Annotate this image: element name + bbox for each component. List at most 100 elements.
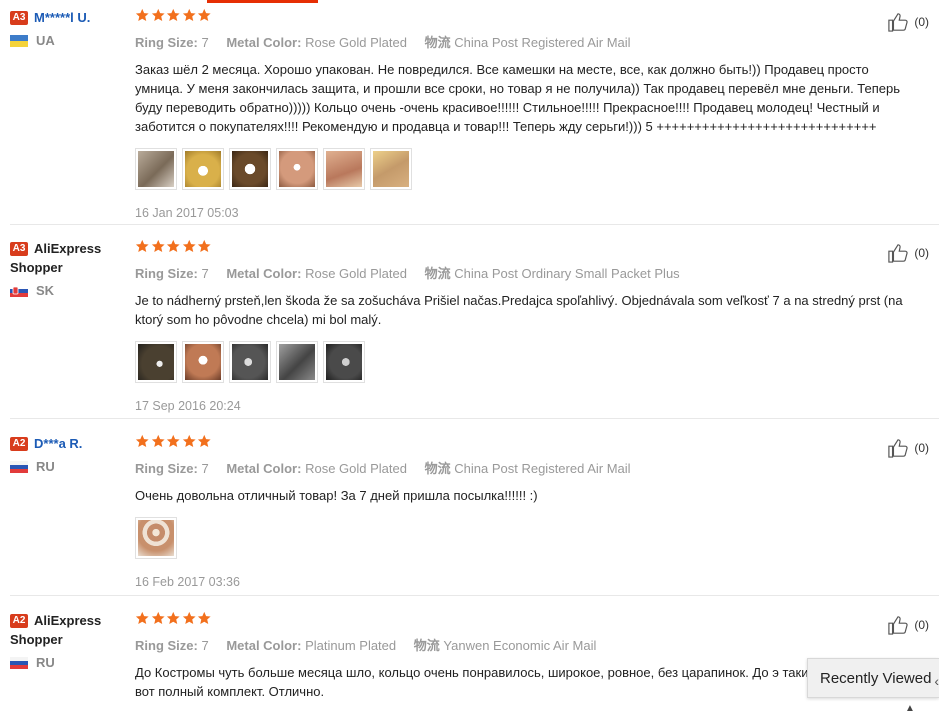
ring-size-value: 7: [201, 638, 209, 653]
review-photo[interactable]: [229, 148, 271, 190]
review-text: Очень довольна отличный товар! За 7 дней…: [135, 488, 538, 503]
thumbs-up-icon[interactable]: [887, 438, 909, 458]
thumbs-up-icon[interactable]: [887, 243, 909, 263]
reviewer-name-suffix: Shopper: [10, 260, 63, 275]
helpful-button[interactable]: (0): [887, 12, 929, 32]
shipping-label: 物流: [413, 638, 440, 653]
reviewer-name: AliExpress: [34, 613, 102, 628]
star-icon: [166, 8, 181, 23]
recently-viewed-tab[interactable]: Recently Viewed ‹: [807, 658, 939, 698]
helpful-count: (0): [914, 618, 929, 632]
review-photo[interactable]: [135, 517, 177, 559]
reviewer-name: AliExpress: [34, 241, 102, 256]
review-item: A2 D***a R. RU Ring Size: 7 Metal Color: …: [10, 434, 939, 596]
reviewer-info: A2 AliExpress Shopper RU: [10, 611, 132, 670]
metal-color-value: Rose Gold Plated: [305, 266, 407, 281]
ring-size-label: Ring Size:: [135, 638, 198, 653]
helpful-count: (0): [914, 246, 929, 260]
review-item: A3 M*****l U. UA Ring Size: 7 Metal Color…: [10, 8, 939, 225]
recently-viewed-label: Recently Viewed: [820, 669, 932, 687]
ring-size-value: 7: [201, 35, 209, 50]
thumbs-up-icon[interactable]: [887, 12, 909, 32]
review-photo[interactable]: [229, 341, 271, 383]
star-icon: [182, 239, 197, 254]
review-photo[interactable]: [323, 148, 365, 190]
star-icon: [151, 611, 166, 626]
helpful-button[interactable]: (0): [887, 243, 929, 263]
review-photo[interactable]: [323, 341, 365, 383]
review-photo[interactable]: [135, 341, 177, 383]
shipping-label: 物流: [424, 461, 451, 476]
review-photo[interactable]: [135, 148, 177, 190]
buyer-level-badge: A3: [10, 241, 28, 256]
review-photo[interactable]: [370, 148, 412, 190]
russia-flag-icon: [10, 656, 28, 669]
order-info: Ring Size: 7 Metal Color: Rose Gold Plat…: [135, 34, 905, 51]
star-icon: [182, 434, 197, 449]
active-tab-indicator: [207, 0, 318, 3]
thumbs-up-icon[interactable]: [887, 615, 909, 635]
country-code: RU: [36, 655, 55, 670]
helpful-count: (0): [914, 441, 929, 455]
buyer-level-badge: A3: [10, 10, 28, 25]
reviewer-info: A3 M*****l U. UA: [10, 8, 132, 48]
review-photos: [135, 517, 905, 559]
ring-size-label: Ring Size:: [135, 461, 198, 476]
star-icon: [197, 239, 212, 254]
review-photo[interactable]: [276, 148, 318, 190]
star-rating: [135, 239, 905, 259]
ukraine-flag-icon: [10, 34, 28, 47]
review-photo[interactable]: [182, 148, 224, 190]
reviewer-name[interactable]: M*****l U.: [34, 10, 90, 25]
helpful-button[interactable]: (0): [887, 615, 929, 635]
review-text: Je to nádherný prsteň,len škoda že sa zo…: [135, 293, 903, 327]
shipping-label: 物流: [424, 266, 451, 281]
shipping-value: China Post Registered Air Mail: [454, 35, 631, 50]
review-date: 16 Jan 2017 05:03: [135, 206, 239, 220]
review-content: Ring Size: 7 Metal Color: Platinum Plate…: [135, 611, 905, 701]
review-photo[interactable]: [276, 341, 318, 383]
reviewer-name-suffix: Shopper: [10, 632, 63, 647]
star-icon: [151, 239, 166, 254]
star-rating: [135, 611, 905, 631]
star-icon: [151, 8, 166, 23]
shipping-value: Yanwen Economic Air Mail: [443, 638, 597, 653]
country-code: SK: [36, 283, 55, 298]
star-icon: [197, 611, 212, 626]
star-icon: [197, 8, 212, 23]
review-text: До Костромы чуть больше месяца шло, коль…: [135, 665, 884, 699]
buyer-level-badge: A2: [10, 436, 28, 451]
ring-size-label: Ring Size:: [135, 266, 198, 281]
caret-up-icon[interactable]: ▲: [905, 703, 915, 714]
reviewer-info: A2 D***a R. RU: [10, 434, 132, 474]
reviewer-name[interactable]: D***a R.: [34, 436, 82, 451]
order-info: Ring Size: 7 Metal Color: Rose Gold Plat…: [135, 265, 905, 282]
review-content: Ring Size: 7 Metal Color: Rose Gold Plat…: [135, 8, 905, 220]
review-photo[interactable]: [182, 341, 224, 383]
reviewer-country: RU: [10, 655, 132, 670]
star-icon: [166, 239, 181, 254]
review-item: A3 AliExpress Shopper SK Ring Size: 7 Met…: [10, 239, 939, 419]
order-info: Ring Size: 7 Metal Color: Rose Gold Plat…: [135, 460, 905, 477]
shipping-value: China Post Registered Air Mail: [454, 461, 631, 476]
country-code: RU: [36, 459, 55, 474]
review-content: Ring Size: 7 Metal Color: Rose Gold Plat…: [135, 239, 905, 413]
star-icon: [182, 611, 197, 626]
ring-size-label: Ring Size:: [135, 35, 198, 50]
helpful-count: (0): [914, 15, 929, 29]
star-icon: [166, 611, 181, 626]
star-icon: [135, 434, 150, 449]
order-info: Ring Size: 7 Metal Color: Platinum Plate…: [135, 637, 905, 654]
ring-size-value: 7: [201, 461, 209, 476]
review-date: 16 Feb 2017 03:36: [135, 575, 240, 589]
shipping-label: 物流: [424, 35, 451, 50]
metal-color-label: Metal Color:: [226, 266, 302, 281]
buyer-level-badge: A2: [10, 613, 28, 628]
review-photos: [135, 341, 905, 383]
russia-flag-icon: [10, 460, 28, 473]
star-icon: [197, 434, 212, 449]
reviewer-country: SK: [10, 283, 132, 298]
star-icon: [135, 611, 150, 626]
star-icon: [166, 434, 181, 449]
helpful-button[interactable]: (0): [887, 438, 929, 458]
